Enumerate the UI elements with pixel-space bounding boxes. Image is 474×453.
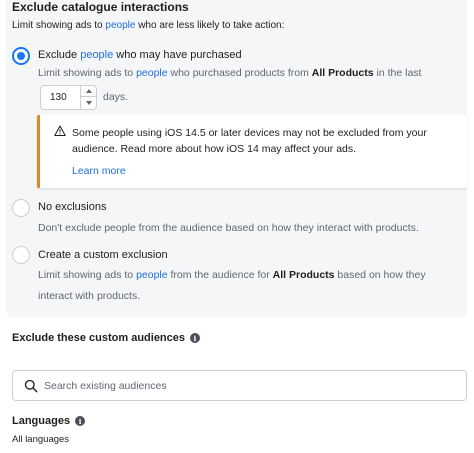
audience-search: [12, 370, 467, 401]
custom-audiences-title: Exclude these custom audiences: [12, 332, 186, 344]
warning-triangle-icon: [54, 125, 66, 136]
search-icon: [24, 379, 38, 393]
languages-heading: Languages i: [12, 415, 86, 427]
option-purchased-label[interactable]: Exclude people who may have purchased: [38, 49, 242, 61]
desc-all-products: All Products: [311, 67, 374, 79]
info-icon[interactable]: i: [190, 333, 201, 343]
desc-all-products: All Products: [272, 269, 335, 281]
languages-title: Languages: [12, 415, 71, 427]
radio-custom-exclusion[interactable]: [12, 246, 30, 264]
warning-text: Some people using iOS 14.5 or later devi…: [72, 127, 427, 155]
desc-pre: Limit showing ads to: [38, 269, 137, 281]
catalogue-subtitle: Limit showing ads to people who are less…: [12, 20, 284, 31]
chevron-down-icon: [85, 100, 92, 105]
desc-post: in the last: [373, 67, 422, 79]
option-custom-desc: Limit showing ads to people from the aud…: [38, 269, 426, 281]
desc-post: based on how they: [334, 269, 426, 281]
radio-no-exclusions[interactable]: [12, 199, 30, 217]
step-up-button[interactable]: [81, 86, 96, 97]
days-stepper: [40, 85, 97, 110]
label-people-link[interactable]: people: [80, 49, 113, 61]
option-none-label[interactable]: No exclusions: [38, 201, 106, 213]
desc-mid: who purchased products from: [167, 67, 312, 79]
ios-warning-box: Some people using iOS 14.5 or later devi…: [37, 115, 467, 188]
option-custom-desc-line2: interact with products.: [38, 290, 141, 302]
audience-search-input[interactable]: [44, 371, 454, 400]
info-icon[interactable]: i: [75, 416, 86, 426]
subtitle-text-post: who are less likely to take action:: [135, 20, 285, 31]
option-custom-label[interactable]: Create a custom exclusion: [38, 249, 168, 261]
languages-value[interactable]: All languages: [12, 434, 69, 445]
label-pre: Exclude: [38, 49, 81, 61]
days-unit: days.: [103, 91, 129, 103]
subtitle-text-pre: Limit showing ads to: [12, 20, 106, 31]
option-none-desc: Don't exclude people from the audience b…: [38, 222, 419, 234]
stepper-buttons: [80, 86, 96, 109]
learn-more-link[interactable]: Learn more: [72, 165, 126, 177]
radio-exclude-purchased[interactable]: [12, 47, 30, 65]
option-purchased-desc: Limit showing ads to people who purchase…: [38, 67, 421, 79]
days-input[interactable]: [41, 86, 81, 109]
chevron-up-icon: [85, 89, 92, 93]
label-post: who may have purchased: [113, 49, 242, 61]
custom-audiences-heading: Exclude these custom audiences i: [12, 332, 201, 344]
desc-mid: from the audience for: [167, 269, 273, 281]
step-down-button[interactable]: [81, 97, 96, 108]
desc-people-link[interactable]: people: [136, 67, 168, 79]
desc-pre: Limit showing ads to: [38, 67, 137, 79]
desc-people-link[interactable]: people: [136, 269, 168, 281]
subtitle-people-link[interactable]: people: [105, 20, 135, 31]
catalogue-title: Exclude catalogue interactions: [12, 0, 189, 14]
